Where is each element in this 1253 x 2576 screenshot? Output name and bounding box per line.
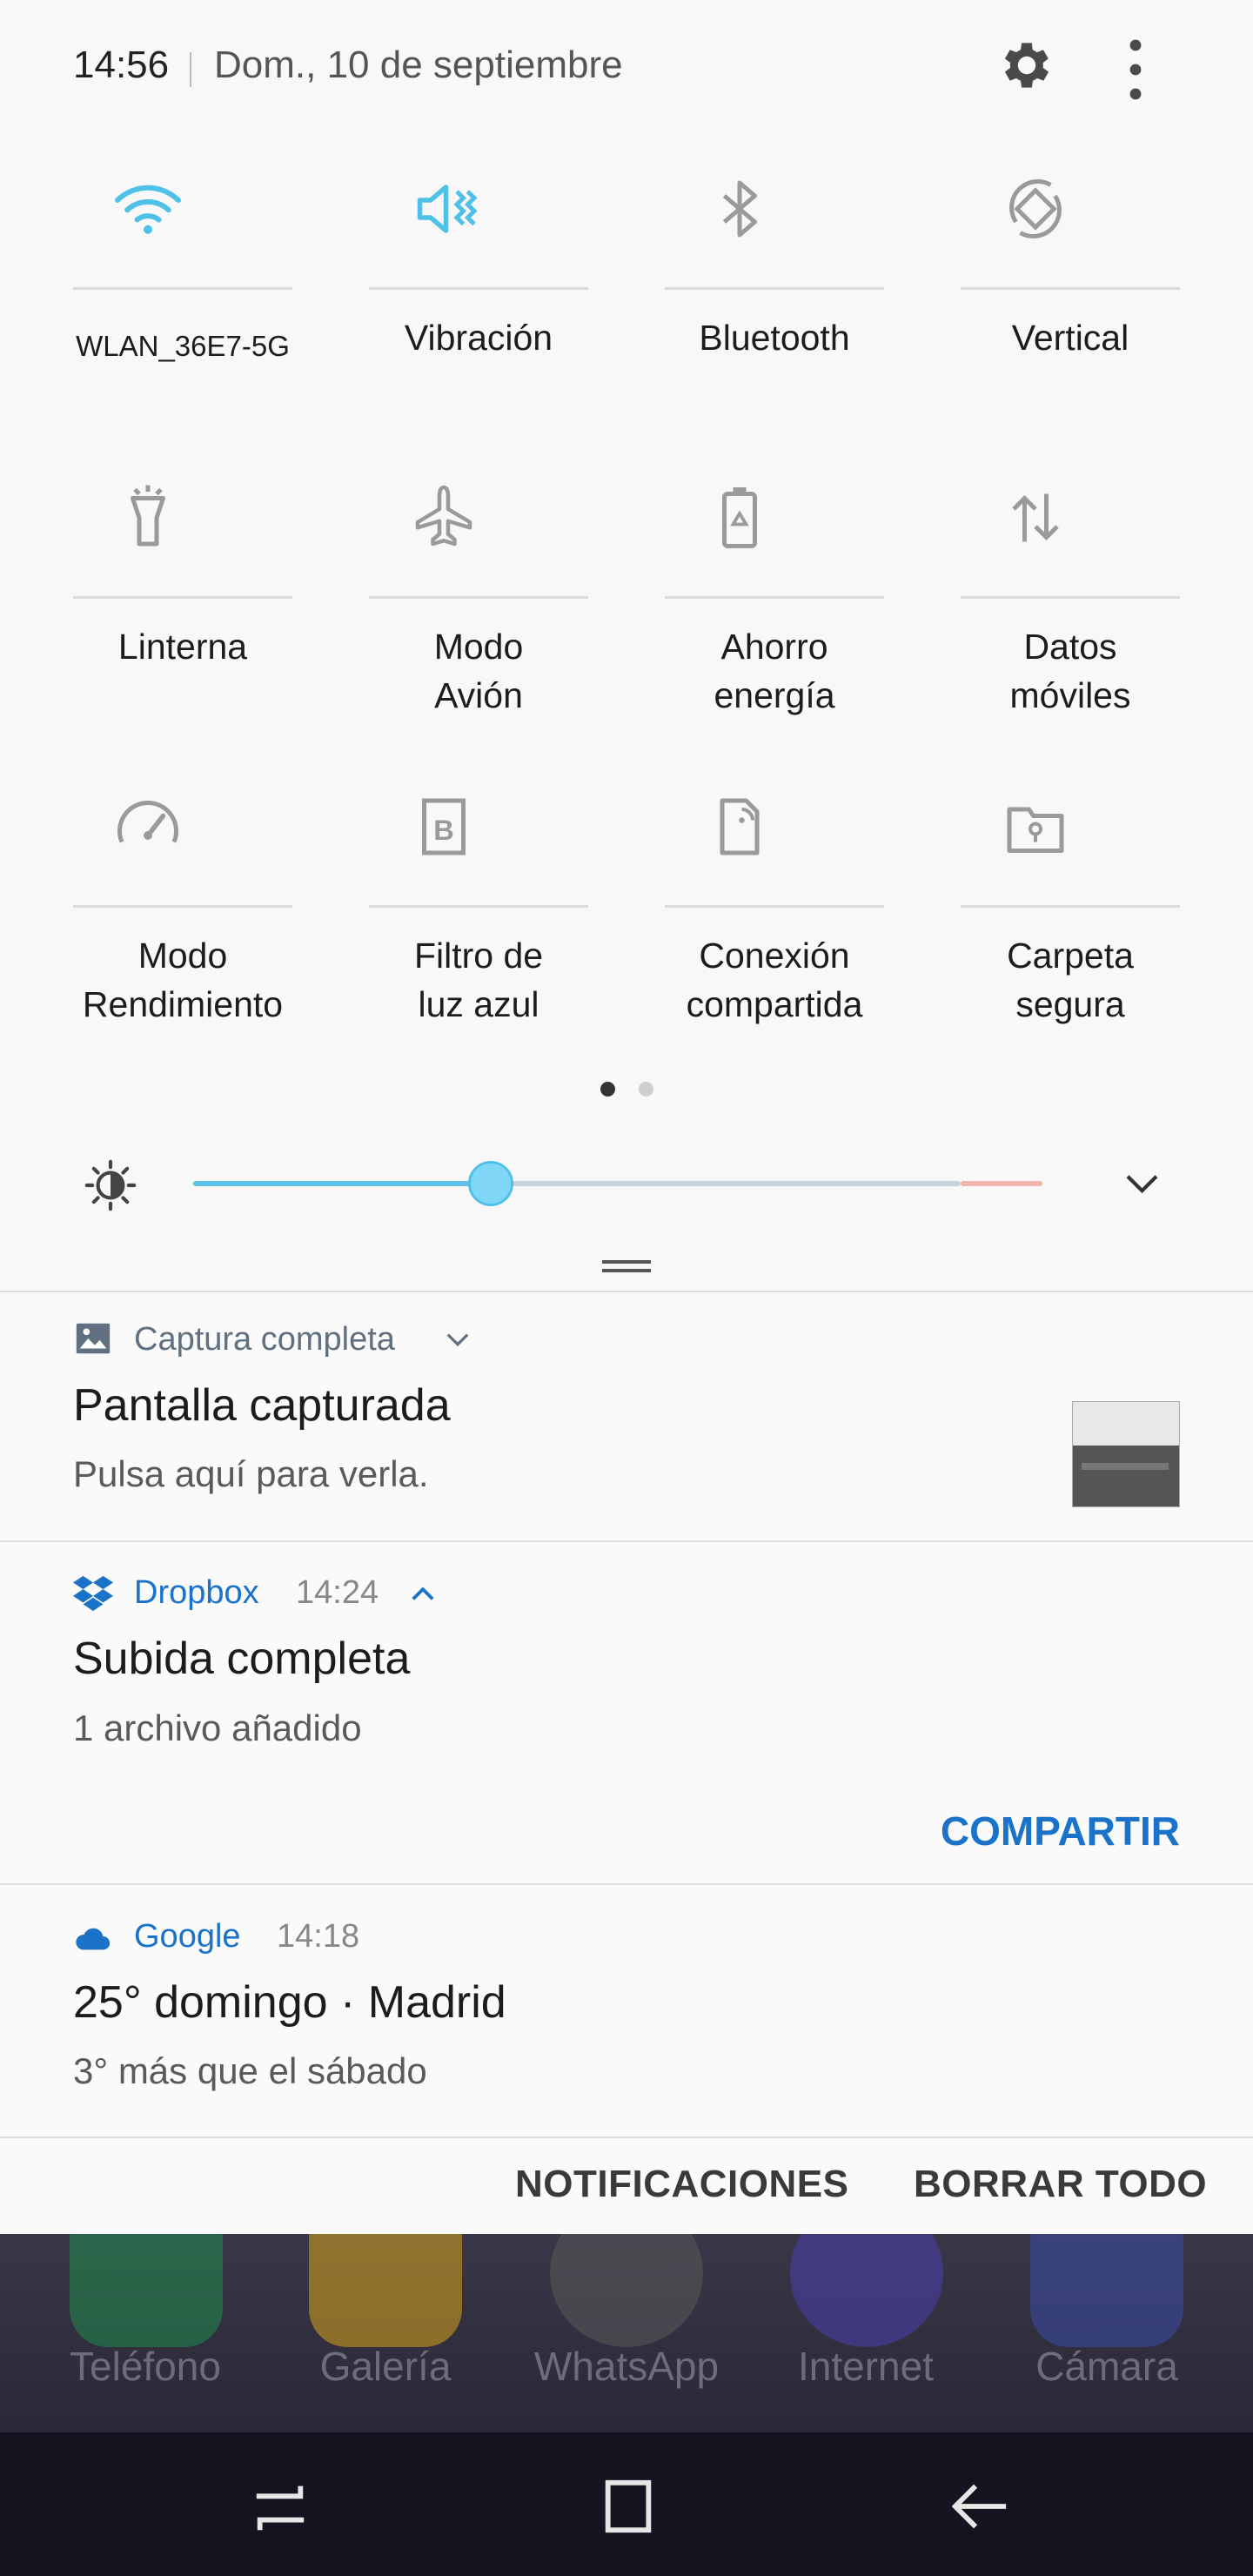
app-label: Galería (319, 2344, 452, 2389)
more-vertical-icon[interactable] (1105, 35, 1166, 104)
status-row: 14:56 Dom., 10 de septiembre (0, 0, 1253, 139)
tile-label: Carpeta segura (1007, 936, 1134, 1024)
notification-footer: NOTIFICACIONES BORRAR TODO (0, 2137, 1253, 2234)
bluetooth-icon (722, 180, 757, 238)
tile-mobile-data[interactable]: Datos móviles (888, 474, 1183, 779)
brightness-icon (84, 1159, 137, 1211)
phone-app-icon[interactable] (70, 2234, 223, 2347)
tile-rotation[interactable]: Vertical (888, 165, 1183, 470)
gallery-app-icon[interactable] (309, 2234, 462, 2347)
dropbox-icon (73, 1575, 113, 1612)
notification-title: 25° domingo · Madrid (73, 1977, 506, 2028)
notification-dropbox[interactable]: Dropbox 14:24 Subida completa 1 archivo … (0, 1540, 1253, 1883)
page-dot-active (600, 1082, 615, 1097)
app-label: Teléfono (70, 2344, 221, 2389)
performance-gauge-icon (117, 801, 178, 843)
brightness-slider-thumb[interactable] (468, 1161, 513, 1206)
brightness-track[interactable] (491, 1181, 961, 1186)
hotspot-icon (720, 798, 760, 855)
tile-airplane[interactable]: Modo Avión (296, 474, 592, 779)
internet-app-icon[interactable] (790, 2234, 943, 2347)
notification-body: 1 archivo añadido (73, 1707, 362, 1748)
tile-blue-light-filter[interactable]: B Filtro de luz azul (296, 783, 592, 1088)
camera-app-icon[interactable] (1030, 2234, 1183, 2347)
notification-time: 14:24 (296, 1574, 379, 1611)
recents-icon[interactable] (245, 2476, 315, 2537)
page-indicator (0, 1082, 1253, 1099)
image-icon (76, 1323, 111, 1354)
vibrate-icon (417, 184, 478, 233)
airplane-icon (415, 485, 472, 547)
brightness-track-filled (193, 1181, 491, 1186)
rotation-icon (1009, 179, 1062, 238)
brightness-track-high (961, 1181, 1042, 1186)
flashlight-icon (131, 485, 165, 547)
home-button-icon[interactable] (593, 2476, 663, 2537)
svg-text:B: B (433, 815, 453, 846)
drag-handle[interactable] (602, 1260, 651, 1264)
notification-body: Pulsa aquí para verla. (73, 1453, 429, 1494)
clear-all-button[interactable]: BORRAR TODO (914, 2163, 1207, 2206)
chevron-up-icon[interactable] (409, 1582, 437, 1605)
tile-performance-mode[interactable]: Modo Rendimiento (0, 783, 296, 1088)
app-label: WhatsApp (533, 2344, 720, 2389)
page-dot (639, 1082, 653, 1097)
navigation-bar (0, 2432, 1253, 2576)
blue-light-filter-icon: B (422, 798, 466, 855)
notification-settings-button[interactable]: NOTIFICACIONES (515, 2163, 848, 2206)
chevron-down-icon[interactable] (444, 1329, 472, 1352)
notification-app-name: Captura completa (134, 1321, 395, 1358)
back-icon[interactable] (944, 2476, 1014, 2537)
share-button[interactable]: COMPARTIR (941, 1808, 1180, 1855)
notification-google-weather[interactable]: Google 14:18 25° domingo · Madrid 3° más… (0, 1883, 1253, 2137)
date: Dom., 10 de septiembre (214, 44, 623, 86)
tile-power-saving[interactable]: Ahorro energía (592, 474, 888, 779)
tile-vibration[interactable]: Vibración (296, 165, 592, 470)
wifi-icon (115, 184, 181, 234)
tile-hotspot[interactable]: Conexión compartida (592, 783, 888, 1088)
screenshot-thumbnail (1072, 1401, 1180, 1507)
drag-handle-line (602, 1269, 651, 1272)
notification-app-name: Google (134, 1918, 241, 1955)
tile-bluetooth[interactable]: Bluetooth (592, 165, 888, 470)
app-label: Internet (798, 2344, 934, 2389)
notification-title: Subida completa (73, 1633, 411, 1684)
notification-screenshot[interactable]: Captura completa Pantalla capturada Puls… (0, 1291, 1253, 1540)
status-divider (190, 52, 191, 87)
tile-label: Datos móviles (1009, 627, 1131, 715)
chevron-down-icon[interactable] (1118, 1162, 1166, 1205)
whatsapp-app-icon[interactable] (550, 2234, 703, 2347)
tile-label: Vertical (1011, 318, 1129, 358)
mobile-data-icon (1012, 493, 1059, 542)
app-label: Cámara (1035, 2344, 1178, 2389)
tile-flashlight[interactable]: Linterna (0, 474, 296, 779)
tile-wifi[interactable]: WLAN_36E7-5G (0, 165, 296, 470)
battery-saver-icon (722, 487, 757, 548)
gear-icon[interactable] (996, 35, 1057, 96)
notification-app-name: Dropbox (134, 1574, 259, 1611)
tile-secure-folder[interactable]: Carpeta segura (888, 783, 1183, 1088)
notification-title: Pantalla capturada (73, 1380, 451, 1431)
clock: 14:56 (73, 44, 170, 86)
notification-time: 14:18 (277, 1918, 360, 1955)
notification-body: 3° más que el sábado (73, 2050, 427, 2091)
quick-settings-panel: 14:56 Dom., 10 de septiembre WLAN_36E7-5… (0, 0, 1253, 1292)
cloud-icon (76, 1928, 111, 1950)
secure-folder-icon (1007, 807, 1064, 853)
